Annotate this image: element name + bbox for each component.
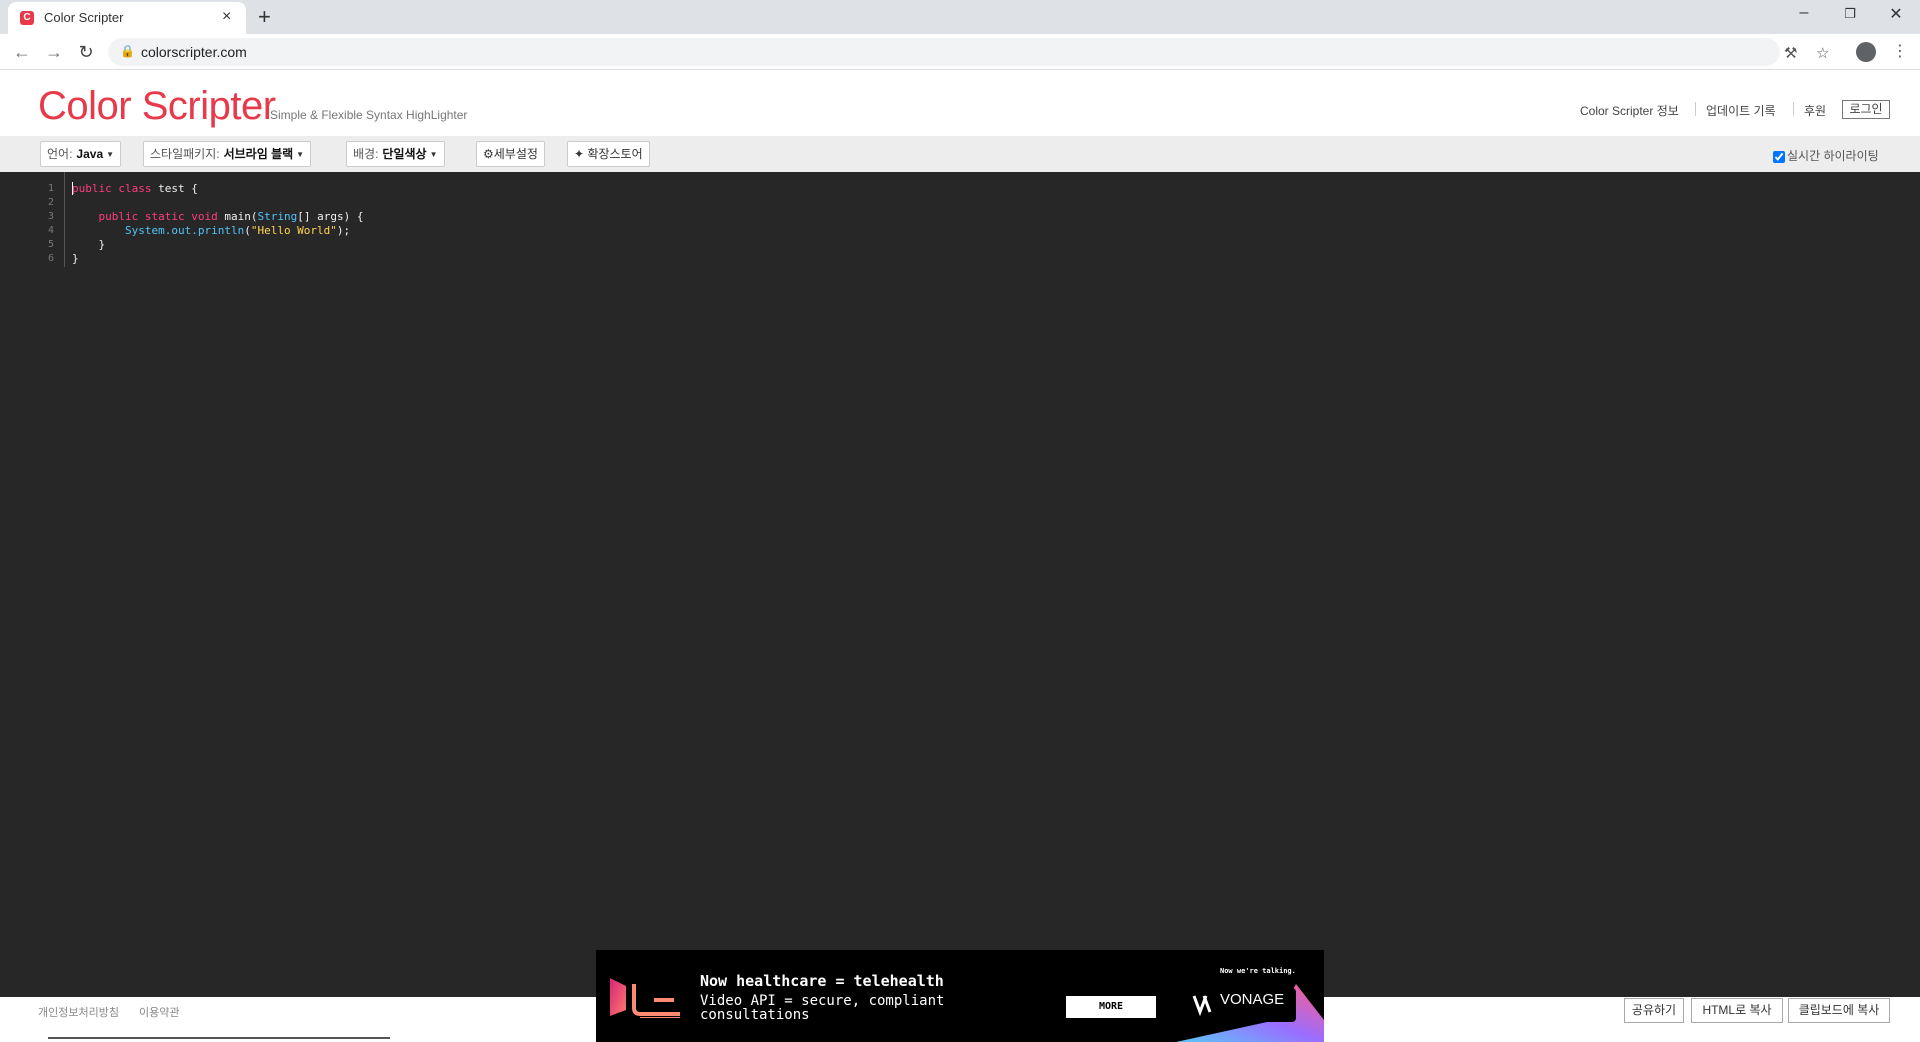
- type-name: String: [257, 210, 298, 223]
- bookmark-star-icon[interactable]: ☆: [1816, 44, 1829, 62]
- keyword: public: [72, 182, 112, 195]
- plug-icon: ✦: [574, 147, 585, 161]
- updates-link[interactable]: 업데이트 기록: [1706, 102, 1776, 119]
- style-label: 스타일패키지:: [150, 147, 220, 161]
- browser-menu-icon[interactable]: ⋮: [1892, 41, 1908, 61]
- line-number: 4: [47, 225, 54, 236]
- divider: [1793, 102, 1794, 116]
- line-number: 1: [47, 183, 54, 194]
- line-number: 6: [47, 253, 54, 264]
- share-button[interactable]: 공유하기: [1624, 998, 1684, 1023]
- realtime-checkbox[interactable]: [1773, 150, 1785, 163]
- keyword: void: [191, 210, 218, 223]
- browser-address-bar: ← → ↻ 🔒 colorscripter.com ⚒ ☆ ⋮: [0, 34, 1920, 70]
- code-text: }: [98, 238, 106, 251]
- url-input[interactable]: 🔒 colorscripter.com ⚒ ☆: [108, 38, 1829, 66]
- about-link[interactable]: Color Scripter 정보: [1580, 102, 1679, 119]
- ad-body: Video API = secure, compliant consultati…: [700, 994, 1020, 1022]
- site-logo[interactable]: Color Scripter: [38, 84, 276, 129]
- code-line: }: [72, 252, 363, 266]
- minimize-icon[interactable]: –: [1794, 4, 1814, 22]
- profile-avatar-icon[interactable]: [1856, 42, 1876, 62]
- line-number: 3: [47, 211, 54, 222]
- code-text: );: [336, 224, 351, 237]
- ad-more-button[interactable]: MORE: [1066, 996, 1156, 1018]
- type-name: System.out.println: [124, 224, 245, 237]
- text-cursor: [72, 182, 73, 195]
- code-editor[interactable]: 1 2 3 4 5 6 public class test { public s…: [0, 172, 1920, 997]
- language-value: Java: [76, 147, 104, 161]
- line-number: 5: [47, 239, 54, 250]
- language-select[interactable]: 언어: Java ▼: [40, 141, 122, 167]
- colorscripter-favicon-icon: C: [20, 11, 34, 25]
- code-line: public static void main(String[] args) {: [72, 210, 364, 224]
- ad-headline: Now healthcare = telehealth: [700, 972, 944, 990]
- language-label: 언어:: [47, 147, 73, 161]
- keyword: class: [118, 182, 152, 195]
- login-button[interactable]: 로그인: [1842, 100, 1890, 119]
- background-label: 배경:: [353, 147, 379, 161]
- copy-html-button[interactable]: HTML로 복사: [1691, 998, 1783, 1023]
- site-header: Color Scripter Simple & Flexible Syntax …: [0, 70, 1920, 136]
- browser-tab-bar: C Color Scripter × + – ❐ ✕: [0, 0, 1920, 34]
- code-text: [] args) {: [297, 210, 364, 223]
- gutter-divider: [64, 172, 65, 267]
- store-label: 확장스토어: [587, 147, 643, 161]
- donate-link[interactable]: 후원: [1804, 102, 1826, 119]
- reload-icon[interactable]: ↻: [76, 42, 96, 63]
- advertisement-banner[interactable]: Now healthcare = telehealth Video API = …: [596, 950, 1324, 1042]
- code-text: test {: [151, 182, 198, 195]
- style-package-select[interactable]: 스타일패키지: 서브라임 블랙 ▼: [143, 141, 312, 167]
- code-line: }: [72, 238, 363, 252]
- settings-button[interactable]: ⚙세부설정: [476, 141, 545, 167]
- background-value: 단일색상: [382, 147, 427, 161]
- forward-icon[interactable]: →: [44, 42, 64, 63]
- code-line: public class test {: [72, 182, 363, 196]
- code-line: System.out.println("Hello World");: [72, 224, 363, 238]
- code-text: (: [244, 224, 251, 237]
- keyword: static: [144, 210, 185, 223]
- back-icon[interactable]: ←: [12, 42, 32, 63]
- tab-close-icon[interactable]: ×: [222, 8, 231, 26]
- lock-icon: 🔒: [120, 44, 135, 58]
- line-number: 2: [47, 197, 54, 208]
- ad-tagline: Now we're talking.: [1220, 967, 1296, 975]
- vonage-ad-graphic-icon: [610, 978, 680, 1018]
- code-text: main(: [217, 210, 258, 223]
- tab-title: Color Scripter: [44, 10, 124, 25]
- privacy-link[interactable]: 개인정보처리방침: [38, 1004, 119, 1020]
- code-content[interactable]: public class test { public static void m…: [72, 182, 363, 266]
- copy-clipboard-button[interactable]: 클립보드에 복사: [1788, 998, 1890, 1023]
- terms-link[interactable]: 이용약관: [139, 1004, 179, 1020]
- ad-body-line: consultations: [700, 1007, 810, 1023]
- extension-store-button[interactable]: ✦ 확장스토어: [567, 141, 650, 167]
- ad-brand-name: VONAGE: [1220, 991, 1285, 1008]
- window-close-icon[interactable]: ✕: [1886, 4, 1906, 24]
- extension-icon[interactable]: ⚒: [1784, 44, 1797, 62]
- editor-toolbar: 언어: Java ▼ 스타일패키지: 서브라임 블랙 ▼ 배경: 단일색상 ▼ ⚙세부설정 …: [0, 136, 1920, 172]
- divider: [1695, 102, 1696, 116]
- scrollbar-track[interactable]: [48, 1037, 390, 1039]
- chevron-down-icon: ▼: [429, 149, 438, 159]
- realtime-highlight-toggle[interactable]: 실시간 하이라이팅: [1773, 147, 1879, 164]
- style-value: 서브라임 블랙: [223, 147, 294, 161]
- url-text: colorscripter.com: [141, 44, 247, 60]
- settings-label: 세부설정: [493, 147, 538, 161]
- line-number-gutter: 1 2 3 4 5 6: [0, 182, 58, 266]
- browser-tab[interactable]: C Color Scripter ×: [8, 2, 246, 34]
- string-literal: "Hello World": [250, 224, 337, 237]
- site-tagline: Simple & Flexible Syntax HighLighter: [270, 108, 468, 122]
- ad-body-line: Video API = secure, compliant: [700, 993, 945, 1009]
- code-text: }: [72, 252, 79, 265]
- new-tab-icon[interactable]: +: [258, 4, 271, 30]
- chevron-down-icon: ▼: [106, 149, 115, 159]
- restore-icon[interactable]: ❐: [1840, 6, 1860, 22]
- keyword: public: [98, 210, 139, 223]
- chevron-down-icon: ▼: [296, 149, 305, 159]
- gear-icon: ⚙: [483, 147, 494, 161]
- realtime-label: 실시간 하이라이팅: [1787, 149, 1879, 163]
- background-select[interactable]: 배경: 단일색상 ▼: [346, 141, 445, 167]
